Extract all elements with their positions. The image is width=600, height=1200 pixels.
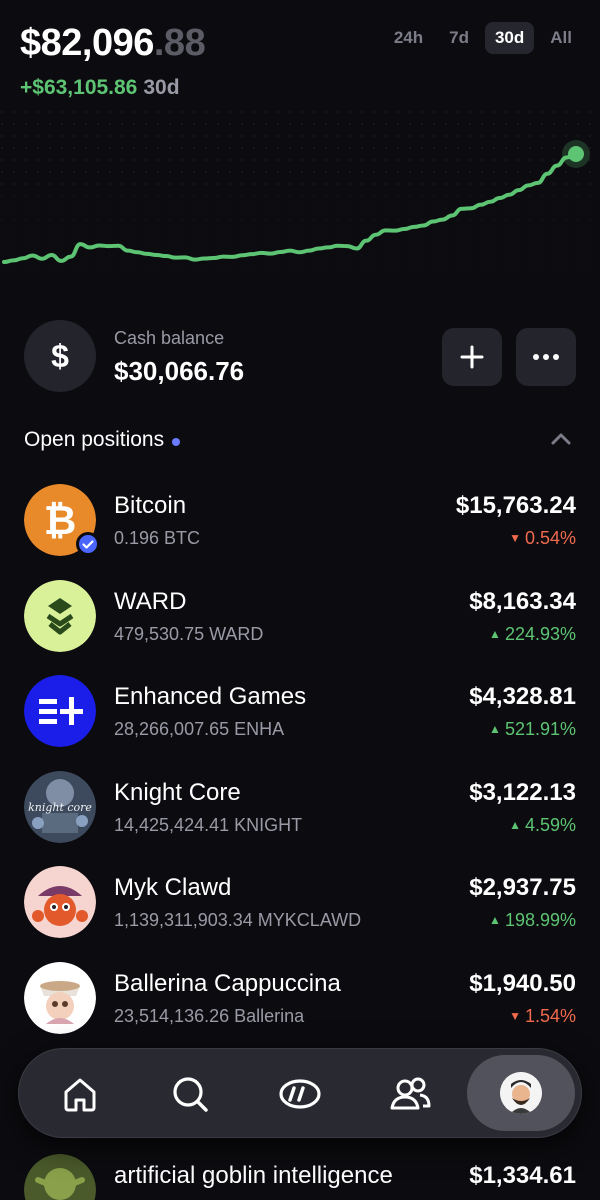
position-change-value: 4.59% [524,814,576,835]
search-icon[interactable] [167,1071,213,1117]
position-name: Bitcoin [114,492,187,519]
position-row-bitcoin[interactable]: ₿ Bitcoin 0.196 BTC $15,763.24 ▼ 0.54% [24,484,576,580]
portfolio-header: $82,096.88 +$63,105.86 30d 24h 7d 30d All [0,0,600,110]
bottom-nav-bar [18,1048,582,1138]
position-name: artificial goblin intelligence [114,1162,393,1189]
time-range-selector: 24h 7d 30d All [384,22,582,54]
position-value: $15,763.24 [455,492,576,519]
balance-dollars: $82,096 [20,22,154,64]
position-change-value: 0.54% [524,528,576,548]
pnl-period: 30d [143,76,180,99]
triangle-up-icon: ▲ [489,626,501,641]
position-change: ▲ 224.93% [489,624,576,645]
position-row-ward[interactable]: WARD 479,530.75 WARD $8,163.34 ▲ 224.93% [24,579,576,676]
knight-core-logo-icon: knight core [24,770,96,843]
position-row-goblin[interactable]: artificial goblin intelligence $1,334.61 [24,1154,576,1200]
position-amount: 14,425,424.41 KNIGHT [114,814,303,835]
plus-icon [460,345,484,369]
knight-core-logo-text: knight core [28,801,92,814]
position-amount: 28,266,007.65 ENHA [114,719,285,739]
pnl-summary: +$63,105.86 30d [20,76,180,100]
portfolio-chart[interactable] [0,110,600,290]
chart-grid-fade [0,190,600,290]
position-value: $2,937.75 [469,874,576,901]
position-row-myk-clawd[interactable]: Myk Clawd 1,139,311,903.34 MYKCLAWD $2,9… [24,866,576,962]
position-amount: 1,139,311,903.34 MYKCLAWD [114,910,362,930]
ward-logo-icon [24,579,96,652]
cash-balance-card: $ Cash balance $30,066.76 [24,320,576,392]
status-dot [172,437,181,446]
position-value: $8,163.34 [469,587,576,615]
position-amount: 23,514,136.26 Ballerina [114,1005,305,1026]
cash-balance-value: $30,066.76 [114,356,245,386]
position-name: WARD [114,587,187,615]
svg-text:₿: ₿ [44,498,77,544]
range-30d[interactable]: 30d [484,22,535,54]
position-row-ballerina[interactable]: Ballerina Cappuccina 23,514,136.26 Balle… [24,961,576,1058]
position-change: ▼ 0.54% [509,528,576,549]
triangle-down-icon: ▼ [509,1008,521,1023]
open-positions-header[interactable]: Open positions [24,428,576,460]
position-amount: 0.196 BTC [114,528,201,548]
triangle-up-icon: ▲ [489,913,501,927]
more-dots-icon [533,354,559,360]
position-change-value: 521.91% [504,719,576,739]
position-value: $1,940.50 [469,969,576,997]
position-value: $3,122.13 [469,778,576,806]
profile-button[interactable] [467,1055,575,1131]
position-change-value: 1.54% [524,1005,576,1026]
balance-cents: .88 [153,22,206,64]
position-change: ▲ 521.91% [489,719,576,740]
position-row-enhanced-games[interactable]: Enhanced Games 28,266,007.65 ENHA $4,328… [24,675,576,771]
position-value: $4,328.81 [469,683,576,710]
more-options-button[interactable] [516,328,576,386]
range-all[interactable]: All [540,22,582,54]
triangle-up-icon: ▲ [489,722,501,736]
position-change: ▼ 1.54% [509,1006,576,1027]
goblin-logo-icon [24,1154,96,1200]
profile-avatar [500,1072,542,1114]
enhanced-games-logo-icon [24,675,96,747]
chevron-up-icon[interactable] [550,432,572,446]
position-name: Knight Core [114,778,241,806]
position-name: Ballerina Cappuccina [114,969,341,997]
verified-badge-icon [76,532,100,556]
position-name: Myk Clawd [114,874,232,901]
myk-clawd-logo-icon [24,866,96,938]
position-change-value: 224.93% [504,623,576,644]
pnl-amount: +$63,105.86 [20,76,138,99]
add-cash-button[interactable] [442,328,502,386]
position-value: $1,334.61 [469,1162,576,1189]
open-positions-title: Open positions [24,428,165,451]
positions-list: ₿ Bitcoin 0.196 BTC $15,763.24 ▼ 0.54% WA… [24,484,576,1057]
home-icon[interactable] [57,1071,103,1117]
people-icon[interactable] [387,1071,433,1117]
chart-current-point [568,146,584,162]
position-change: ▲ 4.59% [509,815,576,836]
range-7d[interactable]: 7d [439,22,479,54]
cash-balance-label: Cash balance [114,328,225,348]
position-change: ▲ 198.99% [489,910,576,931]
triangle-up-icon: ▲ [509,817,521,832]
position-name: Enhanced Games [114,683,307,710]
swap-icon[interactable] [277,1071,323,1117]
range-24h[interactable]: 24h [384,22,433,54]
position-amount: 479,530.75 WARD [114,623,264,644]
ballerina-cappuccina-logo-icon [24,961,96,1034]
position-change-value: 198.99% [504,910,576,930]
dollar-icon: $ [24,320,96,392]
position-row-knight-core[interactable]: knight core Knight Core 14,425,424.41 KN… [24,770,576,867]
portfolio-balance: $82,096.88 [20,22,206,65]
triangle-down-icon: ▼ [509,531,521,545]
